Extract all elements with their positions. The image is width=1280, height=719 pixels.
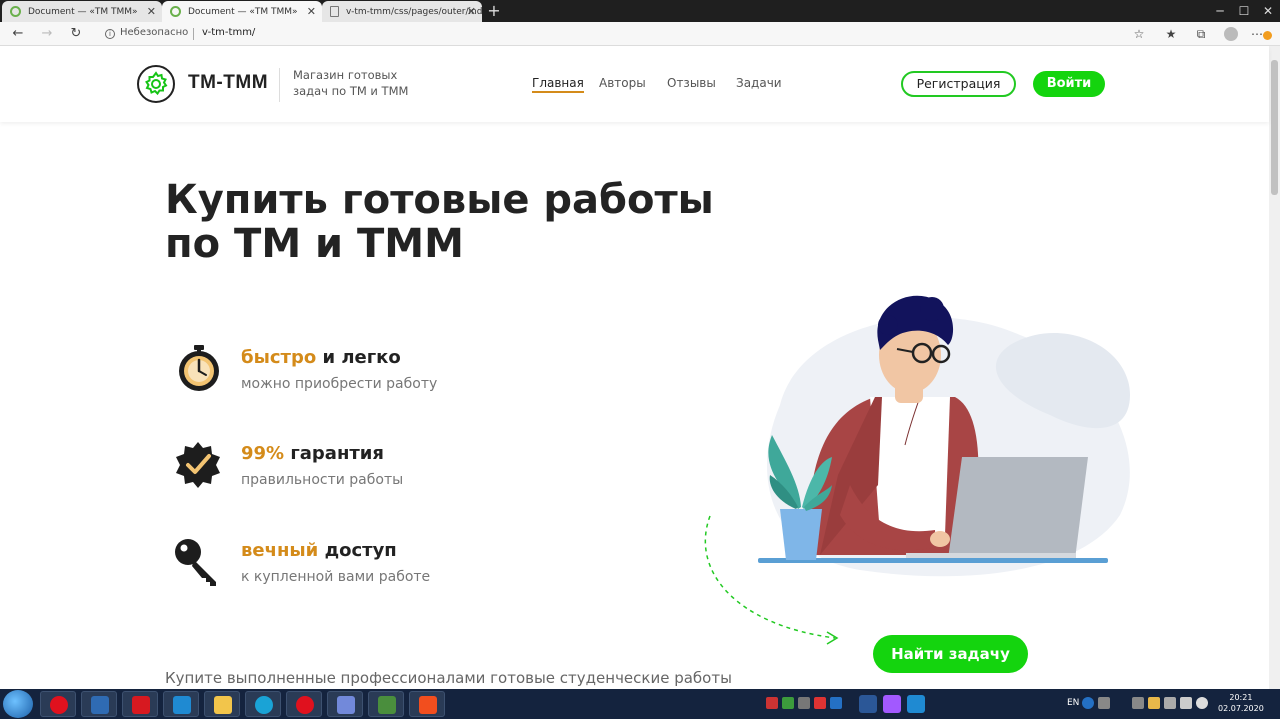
feature-subtitle: правильности работы [241,472,404,488]
taskbar-acrobat-icon[interactable] [122,691,158,717]
browser-tab-1[interactable]: Document — «ТМ ТММ» ✕ [2,1,162,22]
tray-photoshop-icon[interactable] [830,697,842,709]
address-bar: ← → ↻ i Небезопасно v-tm-tmm/ ☆ ★ ⧉ ⋯ [0,22,1280,46]
tray-drive-icon[interactable] [782,697,794,709]
document-favicon-icon [330,6,339,17]
feature-subtitle: можно приобрести работу [241,376,438,392]
clock-time: 20:21 [1229,693,1253,702]
new-tab-button[interactable]: + [484,2,504,20]
nav-item-authors[interactable]: Авторы [599,76,646,90]
taskbar-figma-icon[interactable] [409,691,445,717]
feature-fast: быстро и легко можно приобрести работу [172,343,592,403]
taskbar-virtualbox-icon[interactable] [81,691,117,717]
nav-item-reviews[interactable]: Отзывы [667,76,716,90]
taskbar-vscode-icon[interactable] [163,691,199,717]
feature-heading-rest: и легко [316,347,401,368]
dashed-arrow-icon [704,515,839,645]
taskbar-clock[interactable]: 20:21 02.07.2020 [1218,692,1264,714]
stopwatch-icon [179,345,219,391]
browser-tab-2[interactable]: Document — «ТМ ТММ» ✕ [162,1,322,22]
taskbar-explorer-icon[interactable] [204,691,240,717]
reload-icon[interactable]: ↻ [67,25,85,43]
nav-item-tasks[interactable]: Задачи [736,76,782,90]
tab-title: Document — «ТМ ТММ» [188,6,298,17]
feature-heading: вечный доступ [241,540,397,561]
maximize-window-icon[interactable]: ☐ [1232,0,1256,22]
hero-title: Купить готовые работы по ТМ и ТММ [165,177,714,267]
minimize-window-icon[interactable]: ─ [1208,0,1232,22]
close-tab-icon[interactable]: ✕ [307,5,316,18]
tab-title: Document — «ТМ ТММ» [28,6,138,17]
close-tab-icon[interactable]: ✕ [147,5,156,18]
tab-title: v-tm-tmm/css/pages/outer/inde [346,6,482,17]
feature-heading-rest: доступ [318,540,397,561]
url-field[interactable]: v-tm-tmm/ [202,27,255,38]
feature-accent: быстро [241,347,317,368]
favorites-icon[interactable]: ★ [1163,26,1179,42]
taskbar-opera-icon[interactable] [40,691,76,717]
volume-icon[interactable] [1180,697,1192,709]
profile-avatar-icon[interactable] [1224,27,1238,41]
hero-bottom-text: Купите выполненные профессионалами готов… [165,669,732,687]
taskbar-edge-icon[interactable] [245,691,281,717]
logo-divider [279,68,280,102]
tray-filezilla-icon[interactable] [814,697,826,709]
site-favicon-icon [170,6,181,17]
site-favicon-icon [10,6,21,17]
login-button[interactable]: Войти [1033,71,1105,97]
feature-subtitle: к купленной вами работе [241,569,431,585]
language-indicator[interactable]: EN [1067,698,1079,708]
feature-heading: 99% гарантия [241,443,384,464]
nav-item-home[interactable]: Главная [532,76,584,93]
browser-tab-3[interactable]: v-tm-tmm/css/pages/outer/inde ✕ [322,1,482,22]
notification-dot-icon [1263,31,1272,40]
taskbar-vscode-icon[interactable] [898,691,934,717]
feature-heading: быстро и легко [241,347,401,368]
collections-icon[interactable]: ⧉ [1193,26,1209,42]
logo-text[interactable]: ТМ-ТММ [188,72,268,94]
star-bookmark-icon[interactable]: ☆ [1131,26,1147,42]
feature-access: вечный доступ к купленной вами работе [172,536,592,596]
feature-accent: вечный [241,540,319,561]
register-button[interactable]: Регистрация [901,71,1016,97]
close-tab-icon[interactable]: ✕ [467,5,476,18]
taskbar-opera-icon[interactable] [286,691,322,717]
info-icon: i [105,29,115,39]
feature-guarantee: 99% гарантия правильности работы [172,439,592,499]
taskbar-discord-icon[interactable] [327,691,363,717]
gear-logo-icon[interactable] [137,65,175,103]
taskbar-git-icon[interactable] [368,691,404,717]
start-menu-icon[interactable] [3,690,33,718]
scrollbar-thumb[interactable] [1271,60,1278,195]
feature-heading-rest: гарантия [284,443,384,464]
security-label: Небезопасно [120,27,189,38]
tray-folder-icon[interactable] [1148,697,1160,709]
site-tagline: Магазин готовых задач по ТМ и ТММ [293,68,409,98]
close-window-icon[interactable]: ✕ [1256,0,1280,22]
clock-date: 02.07.2020 [1218,704,1264,713]
onedrive-icon[interactable] [1196,697,1208,709]
security-indicator[interactable]: i Небезопасно [105,27,188,39]
tray-settings-icon[interactable] [1098,697,1110,709]
tray-app-icon[interactable] [798,697,810,709]
browser-titlebar: Document — «ТМ ТММ» ✕ Document — «ТМ ТММ… [0,0,1280,22]
help-icon[interactable] [1082,697,1094,709]
verified-badge-icon [176,442,220,488]
key-icon [175,539,216,586]
find-task-button[interactable]: Найти задачу [873,635,1028,673]
back-arrow-icon[interactable]: ← [9,25,27,43]
os-taskbar: EN 20:21 02.07.2020 [0,689,1280,719]
feature-accent: 99% [241,443,285,464]
tray-mail-icon[interactable] [766,697,778,709]
forward-arrow-icon[interactable]: → [38,25,56,43]
site-header: ТМ-ТММ Магазин готовых задач по ТМ и ТММ… [0,46,1269,122]
address-separator [193,28,194,40]
network-icon[interactable] [1164,697,1176,709]
show-hidden-icons-icon[interactable] [1132,697,1144,709]
